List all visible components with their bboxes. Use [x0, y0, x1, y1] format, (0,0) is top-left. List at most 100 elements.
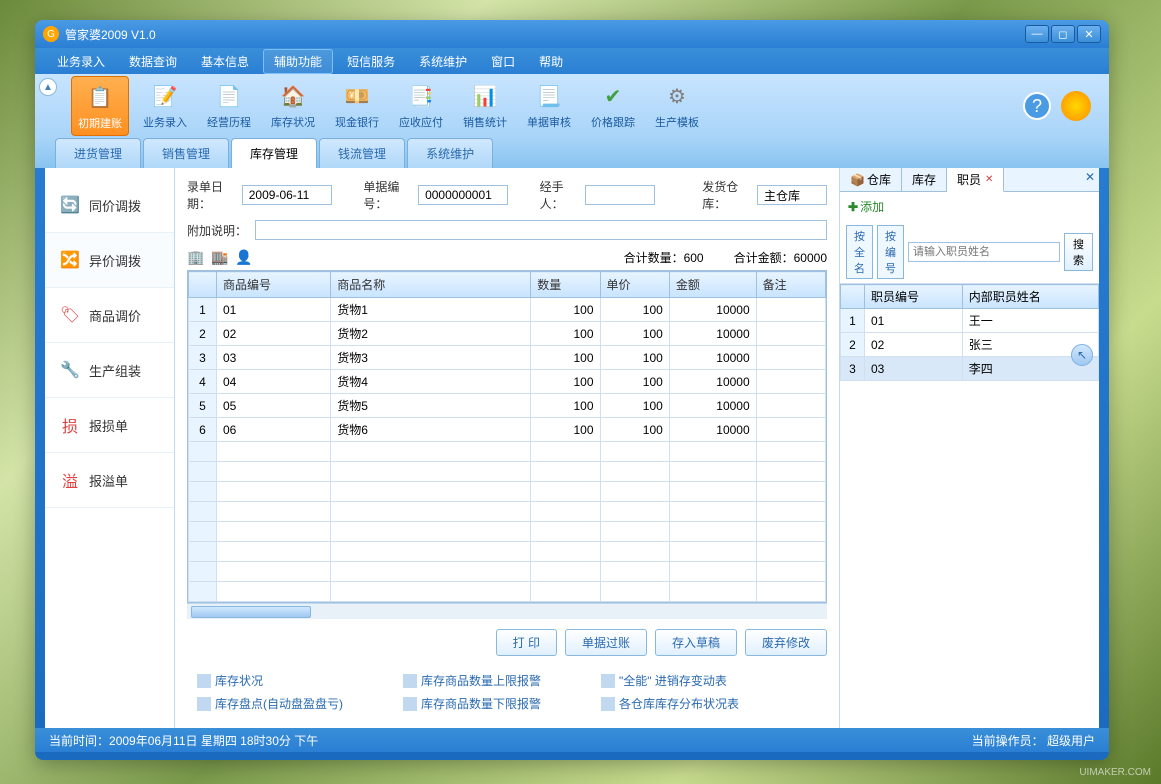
toolbar-label-2: 经营历程 — [207, 114, 251, 130]
grid-row[interactable]: 505货物510010010000 — [189, 394, 826, 418]
toolbar-button-2[interactable]: 📄经营历程 — [201, 76, 257, 136]
menu-item-4[interactable]: 短信服务 — [337, 50, 405, 73]
filter-fullname-button[interactable]: 按全名 — [846, 225, 873, 279]
panel-tab-1[interactable]: 库存 — [902, 168, 947, 191]
main-tabs: 进货管理销售管理库存管理钱流管理系统维护 — [35, 138, 1109, 168]
note-input[interactable] — [255, 220, 827, 240]
horizontal-scrollbar[interactable] — [187, 603, 827, 619]
draft-button[interactable]: 存入草稿 — [655, 629, 737, 656]
grid-row-empty[interactable] — [189, 462, 826, 482]
grid-row-empty[interactable] — [189, 582, 826, 602]
grid-row-empty[interactable] — [189, 502, 826, 522]
toolbar-button-3[interactable]: 🏠库存状况 — [265, 76, 321, 136]
doc-input[interactable] — [418, 185, 508, 205]
discard-button[interactable]: 废弃修改 — [745, 629, 827, 656]
grid-header-2[interactable]: 商品名称 — [331, 272, 531, 298]
link-item[interactable]: 库存商品数量下限报警 — [403, 695, 541, 712]
grid-row-empty[interactable] — [189, 522, 826, 542]
toolbar-button-0[interactable]: 📋初期建账 — [71, 76, 129, 136]
main-tab-4[interactable]: 系统维护 — [407, 138, 493, 168]
menu-item-1[interactable]: 数据查询 — [119, 50, 187, 73]
main-tab-0[interactable]: 进货管理 — [55, 138, 141, 168]
help-icon[interactable]: ? — [1023, 92, 1051, 120]
menu-item-0[interactable]: 业务录入 — [47, 50, 115, 73]
building2-icon[interactable]: 🏬 — [211, 248, 229, 266]
grid-row-empty[interactable] — [189, 442, 826, 462]
scroll-up-icon[interactable]: ↖ — [1071, 344, 1093, 366]
panel-row[interactable]: 303李四 — [841, 357, 1099, 381]
sidebar-item-1[interactable]: 🔀异价调拨 — [45, 233, 174, 288]
minimize-button[interactable]: — — [1025, 25, 1049, 43]
menu-item-5[interactable]: 系统维护 — [409, 50, 477, 73]
globe-icon[interactable] — [1061, 91, 1091, 121]
menu-item-7[interactable]: 帮助 — [529, 50, 573, 73]
grid-row[interactable]: 404货物410010010000 — [189, 370, 826, 394]
grid-row-empty[interactable] — [189, 542, 826, 562]
collapse-toolbar-icon[interactable]: ▲ — [39, 78, 57, 96]
toolbar-button-4[interactable]: 💴现金银行 — [329, 76, 385, 136]
grid-row-empty[interactable] — [189, 482, 826, 502]
toolbar-button-5[interactable]: 📑应收应付 — [393, 76, 449, 136]
sidebar-item-2[interactable]: 🏷商品调价 — [45, 288, 174, 343]
grid-row[interactable]: 202货物210010010000 — [189, 322, 826, 346]
grid-row[interactable]: 606货物610010010000 — [189, 418, 826, 442]
search-input[interactable] — [908, 242, 1060, 262]
add-button[interactable]: ✚添加 — [848, 198, 884, 215]
handler-input[interactable] — [585, 185, 655, 205]
grid-header-5[interactable]: 金额 — [669, 272, 756, 298]
building1-icon[interactable]: 🏢 — [187, 248, 205, 266]
search-button[interactable]: 搜索 — [1064, 233, 1093, 271]
person-icon[interactable]: 👤 — [235, 248, 253, 266]
grid-header-0[interactable] — [189, 272, 217, 298]
close-button[interactable]: ✕ — [1077, 25, 1101, 43]
grid-row-empty[interactable] — [189, 562, 826, 582]
toolbar-button-1[interactable]: 📝业务录入 — [137, 76, 193, 136]
sidebar-item-4[interactable]: 损报损单 — [45, 398, 174, 453]
grid-header-6[interactable]: 备注 — [756, 272, 825, 298]
grid-header-1[interactable]: 商品编号 — [217, 272, 331, 298]
panel-tab-0[interactable]: 📦仓库 — [840, 168, 902, 191]
link-item[interactable]: "全能" 进销存变动表 — [601, 672, 739, 689]
link-item[interactable]: 库存盘点(自动盘盈盘亏) — [197, 695, 343, 712]
toolbar-label-0: 初期建账 — [78, 115, 122, 131]
maximize-button[interactable]: ◻ — [1051, 25, 1075, 43]
toolbar-button-6[interactable]: 📊销售统计 — [457, 76, 513, 136]
sidebar-label-4: 报损单 — [89, 416, 128, 435]
link-item[interactable]: 库存商品数量上限报警 — [403, 672, 541, 689]
panel-tab-2[interactable]: 职员✕ — [947, 168, 1004, 192]
panel-row[interactable]: 101王一 — [841, 309, 1099, 333]
panel-grid[interactable]: 职员编号内部职员姓名101王一202张三303李四 ↖ — [840, 284, 1099, 728]
post-button[interactable]: 单据过账 — [565, 629, 647, 656]
grid-header-3[interactable]: 数量 — [531, 272, 600, 298]
link-item[interactable]: 库存状况 — [197, 672, 343, 689]
menu-item-2[interactable]: 基本信息 — [191, 50, 259, 73]
grid-header-4[interactable]: 单价 — [600, 272, 669, 298]
menu-item-6[interactable]: 窗口 — [481, 50, 525, 73]
statusbar: 当前时间： 2009年06月11日 星期四 18时30分 下午 当前操作员： 超… — [35, 728, 1109, 752]
toolbar-button-8[interactable]: ✔价格跟踪 — [585, 76, 641, 136]
filter-code-button[interactable]: 按编号 — [877, 225, 904, 279]
main-tab-2[interactable]: 库存管理 — [231, 138, 317, 168]
main-tab-3[interactable]: 钱流管理 — [319, 138, 405, 168]
link-item[interactable]: 各仓库库存分布状况表 — [601, 695, 739, 712]
panel-close-icon[interactable]: ✕ — [1085, 170, 1095, 184]
date-input[interactable] — [242, 185, 332, 205]
warehouse-input[interactable] — [757, 185, 827, 205]
panel-header-1[interactable]: 职员编号 — [865, 285, 963, 309]
panel-header-2[interactable]: 内部职员姓名 — [962, 285, 1098, 309]
grid-row[interactable]: 101货物110010010000 — [189, 298, 826, 322]
tab-close-icon[interactable]: ✕ — [985, 174, 993, 185]
panel-header-0[interactable] — [841, 285, 865, 309]
main-tab-1[interactable]: 销售管理 — [143, 138, 229, 168]
grid-row[interactable]: 303货物310010010000 — [189, 346, 826, 370]
sidebar-item-0[interactable]: 🔄同价调拨 — [45, 178, 174, 233]
sidebar-item-5[interactable]: 溢报溢单 — [45, 453, 174, 508]
menu-item-3[interactable]: 辅助功能 — [263, 49, 333, 74]
toolbar-button-7[interactable]: 📃单据审核 — [521, 76, 577, 136]
toolbar-button-9[interactable]: ⚙生产模板 — [649, 76, 705, 136]
panel-row[interactable]: 202张三 — [841, 333, 1099, 357]
titlebar[interactable]: G 管家婆2009 V1.0 — ◻ ✕ — [35, 20, 1109, 48]
sidebar-item-3[interactable]: 🔧生产组装 — [45, 343, 174, 398]
main-grid[interactable]: 商品编号商品名称数量单价金额备注101货物110010010000202货物21… — [187, 270, 827, 603]
print-button[interactable]: 打 印 — [496, 629, 557, 656]
